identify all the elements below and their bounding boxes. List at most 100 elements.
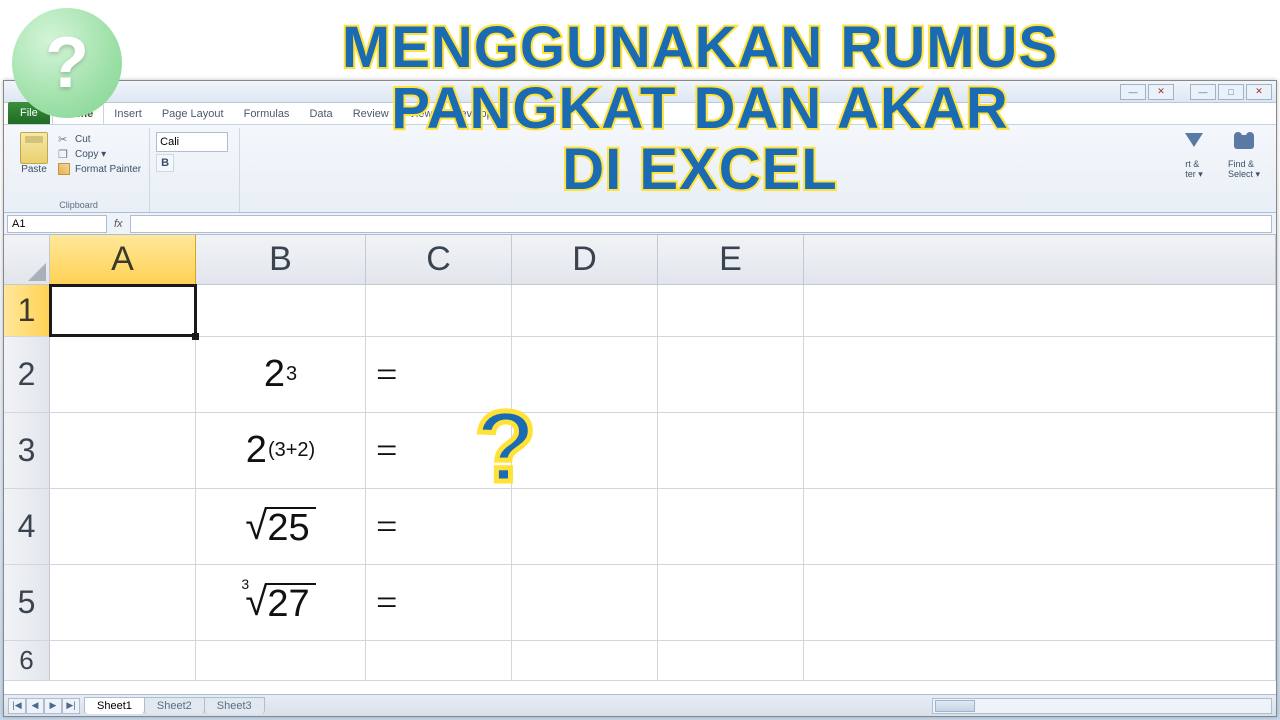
col-header-blank[interactable] (804, 235, 1276, 284)
row-5: 5 3√27 = (4, 565, 1276, 641)
sheet-nav-first[interactable]: |◀ (8, 698, 26, 714)
find-select-button[interactable]: Find & Select ▾ (1222, 131, 1266, 198)
row-header-6[interactable]: 6 (4, 641, 50, 680)
clipboard-group: Paste Cut Copy ▾ Format Painter Clipboar… (8, 128, 150, 212)
row-header-5[interactable]: 5 (4, 565, 50, 640)
cell-a5[interactable] (50, 565, 196, 640)
binoculars-icon (1231, 131, 1257, 157)
cell-d1[interactable] (512, 285, 658, 336)
fx-icon[interactable]: fx (110, 218, 127, 230)
cell-b2-exp: 3 (286, 363, 297, 386)
cell-c2[interactable]: = (366, 337, 512, 412)
sheet-tab-bar: |◀ ◀ ▶ ▶| Sheet1 Sheet2 Sheet3 (4, 694, 1276, 716)
cell-c4[interactable]: = (366, 489, 512, 564)
cut-button[interactable]: Cut (56, 132, 143, 146)
tab-data[interactable]: Data (299, 104, 342, 124)
row-1: 1 (4, 285, 1276, 337)
ribbon-tabs: File Home Insert Page Layout Formulas Da… (4, 103, 1276, 125)
cell-b6[interactable] (196, 641, 366, 680)
cut-label: Cut (75, 134, 91, 145)
sheet-tab-2[interactable]: Sheet2 (144, 697, 205, 714)
font-name-input[interactable] (156, 132, 228, 152)
cell-a6[interactable] (50, 641, 196, 680)
sheet-nav-prev[interactable]: ◀ (26, 698, 44, 714)
cell-e3[interactable] (658, 413, 804, 488)
cell-c1[interactable] (366, 285, 512, 336)
cell-e1[interactable] (658, 285, 804, 336)
cell-a4[interactable] (50, 489, 196, 564)
cell-b4[interactable]: √25 (196, 489, 366, 564)
tab-view[interactable]: View (399, 104, 443, 124)
tab-page-layout[interactable]: Page Layout (152, 104, 234, 124)
copy-label: Copy ▾ (75, 149, 106, 160)
col-header-e[interactable]: E (658, 235, 804, 284)
cell-a1[interactable] (50, 285, 196, 336)
copy-icon (58, 148, 72, 160)
sort-filter-button[interactable]: rt & ter ▾ (1172, 131, 1216, 198)
sheet-nav-next[interactable]: ▶ (44, 698, 62, 714)
funnel-icon (1181, 131, 1207, 157)
tab-developer[interactable]: Developer (442, 104, 512, 124)
spreadsheet-grid: A B C D E 1 2 23 = 3 2( (4, 235, 1276, 694)
titlebar: — ✕ — □ ✕ (4, 81, 1276, 103)
sub-minimize-button[interactable]: — (1120, 84, 1146, 100)
cell-c5[interactable]: = (366, 565, 512, 640)
cell-f6[interactable] (804, 641, 1276, 680)
maximize-button[interactable]: □ (1218, 84, 1244, 100)
col-header-a[interactable]: A (50, 235, 196, 284)
sheet-tab-3[interactable]: Sheet3 (204, 697, 265, 714)
sheet-tab-1[interactable]: Sheet1 (84, 697, 145, 714)
sheet-nav-last[interactable]: ▶| (62, 698, 80, 714)
scrollbar-thumb[interactable] (935, 700, 975, 712)
bold-button[interactable]: B (156, 154, 174, 172)
cell-c6[interactable] (366, 641, 512, 680)
cell-d2[interactable] (512, 337, 658, 412)
cell-b4-radicand: 25 (265, 507, 315, 547)
cell-a3[interactable] (50, 413, 196, 488)
cell-b3[interactable]: 2(3+2) (196, 413, 366, 488)
brush-icon (58, 163, 72, 175)
row-header-3[interactable]: 3 (4, 413, 50, 488)
cell-f2[interactable] (804, 337, 1276, 412)
cell-e5[interactable] (658, 565, 804, 640)
cell-b5[interactable]: 3√27 (196, 565, 366, 640)
tab-formulas[interactable]: Formulas (234, 104, 300, 124)
font-group: B (150, 128, 240, 212)
tab-insert[interactable]: Insert (104, 104, 152, 124)
copy-button[interactable]: Copy ▾ (56, 147, 143, 161)
close-button[interactable]: ✕ (1246, 84, 1272, 100)
row-header-2[interactable]: 2 (4, 337, 50, 412)
horizontal-scrollbar[interactable] (932, 698, 1272, 714)
cell-a2[interactable] (50, 337, 196, 412)
tab-review[interactable]: Review (343, 104, 399, 124)
cell-d5[interactable] (512, 565, 658, 640)
cell-d3[interactable] (512, 413, 658, 488)
cell-e2[interactable] (658, 337, 804, 412)
cell-b1[interactable] (196, 285, 366, 336)
col-header-b[interactable]: B (196, 235, 366, 284)
sub-close-button[interactable]: ✕ (1148, 84, 1174, 100)
cell-f3[interactable] (804, 413, 1276, 488)
formula-input[interactable] (130, 215, 1272, 233)
cell-e6[interactable] (658, 641, 804, 680)
cell-e4[interactable] (658, 489, 804, 564)
name-box[interactable]: A1 (7, 215, 107, 233)
cell-d4[interactable] (512, 489, 658, 564)
col-header-c[interactable]: C (366, 235, 512, 284)
cell-b3-base: 2 (246, 429, 267, 472)
format-painter-button[interactable]: Format Painter (56, 162, 143, 176)
select-all-corner[interactable] (4, 235, 50, 284)
formula-bar-row: A1 fx (4, 213, 1276, 235)
cell-b2[interactable]: 23 (196, 337, 366, 412)
cell-f5[interactable] (804, 565, 1276, 640)
col-header-d[interactable]: D (512, 235, 658, 284)
row-header-1[interactable]: 1 (4, 285, 50, 336)
row-6: 6 (4, 641, 1276, 681)
minimize-button[interactable]: — (1190, 84, 1216, 100)
cell-f1[interactable] (804, 285, 1276, 336)
row-header-4[interactable]: 4 (4, 489, 50, 564)
sqrt-icon: √ (245, 504, 267, 549)
cell-d6[interactable] (512, 641, 658, 680)
cell-c3[interactable]: = (366, 413, 512, 488)
cell-f4[interactable] (804, 489, 1276, 564)
